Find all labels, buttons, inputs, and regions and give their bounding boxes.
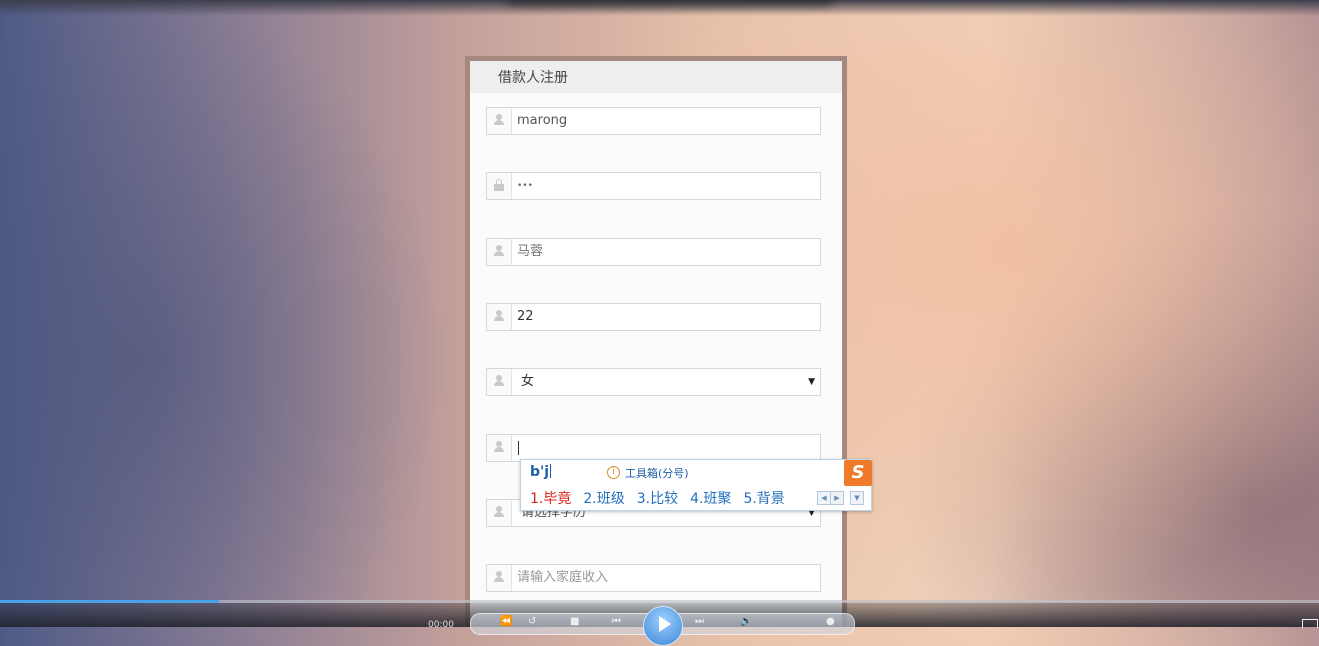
repeat-icon[interactable]: ↺ — [528, 617, 540, 627]
progress-fill — [0, 600, 219, 603]
volume-icon[interactable]: 🔈 — [740, 617, 752, 627]
stop-icon[interactable]: ■ — [570, 617, 582, 627]
active-input[interactable] — [486, 434, 821, 462]
user-icon — [494, 441, 504, 453]
ime-toolbox-link[interactable]: 工具箱(分号) — [625, 465, 689, 481]
user-icon — [494, 245, 504, 257]
password-addon — [487, 173, 512, 199]
ime-candidate-1[interactable]: 1.毕竟 — [530, 491, 571, 507]
ime-candidate-list: 1.毕竟 2.班级 3.比较 4.班聚 5.背景 — [530, 488, 797, 508]
ime-prev-page-icon[interactable]: ◀ — [817, 491, 831, 505]
username-addon — [487, 108, 512, 134]
age-value: 22 — [517, 309, 534, 324]
user-icon — [494, 506, 504, 518]
user-icon — [494, 310, 504, 322]
gender-value: 女 — [521, 374, 535, 389]
ime-candidate-4[interactable]: 4.班聚 — [690, 491, 731, 507]
ime-cursor — [550, 464, 552, 478]
lock-icon — [494, 179, 504, 191]
income-placeholder: 请输入家庭收入 — [517, 570, 609, 585]
form-panel — [470, 61, 842, 627]
ime-candidate-2[interactable]: 2.班级 — [583, 491, 624, 507]
ime-candidate-window: b'j i 工具箱(分号) S 1.毕竟 2.班级 3.比较 4.班聚 5.背景 ◀ ▶… — [520, 459, 872, 511]
password-field[interactable]: ••• — [486, 172, 821, 200]
realname-field[interactable]: 马蓉 — [486, 238, 821, 266]
age-addon — [487, 304, 512, 330]
gender-select[interactable]: 女 ▼ — [486, 368, 821, 396]
chevron-down-icon: ▼ — [808, 377, 815, 387]
time-display: 00:00 — [428, 620, 454, 630]
rewind-icon[interactable]: ⏪ — [500, 617, 512, 627]
password-value: ••• — [517, 181, 533, 191]
ime-composition: b'j — [530, 464, 552, 480]
play-button[interactable] — [643, 606, 683, 646]
ime-candidate-5[interactable]: 5.背景 — [743, 491, 784, 507]
income-addon — [487, 565, 512, 591]
ime-composition-text: b'j — [530, 464, 550, 480]
ime-expand-icon[interactable]: ▼ — [850, 491, 864, 505]
username-value: marong — [517, 113, 568, 128]
user-icon — [494, 571, 504, 583]
text-cursor — [518, 441, 519, 455]
sogou-logo-icon[interactable]: S — [844, 460, 872, 486]
realname-addon — [487, 239, 512, 265]
watermark — [505, 0, 835, 6]
username-field[interactable]: marong — [486, 107, 821, 135]
user-icon — [494, 114, 504, 126]
gender-addon — [487, 369, 512, 395]
realname-value: 马蓉 — [517, 244, 544, 259]
user-icon — [494, 375, 504, 387]
volume-slider-knob-icon[interactable]: ● — [826, 617, 838, 627]
income-field[interactable]: 请输入家庭收入 — [486, 564, 821, 592]
age-field[interactable]: 22 — [486, 303, 821, 331]
education-addon — [487, 500, 512, 526]
ime-next-page-icon[interactable]: ▶ — [830, 491, 844, 505]
info-icon[interactable]: i — [607, 466, 620, 479]
next-icon[interactable]: ⏭ — [695, 617, 707, 627]
previous-icon[interactable]: ⏮ — [612, 617, 624, 627]
form-title: 借款人注册 — [498, 70, 568, 86]
ime-candidate-3[interactable]: 3.比较 — [637, 491, 678, 507]
active-input-addon — [487, 435, 512, 461]
